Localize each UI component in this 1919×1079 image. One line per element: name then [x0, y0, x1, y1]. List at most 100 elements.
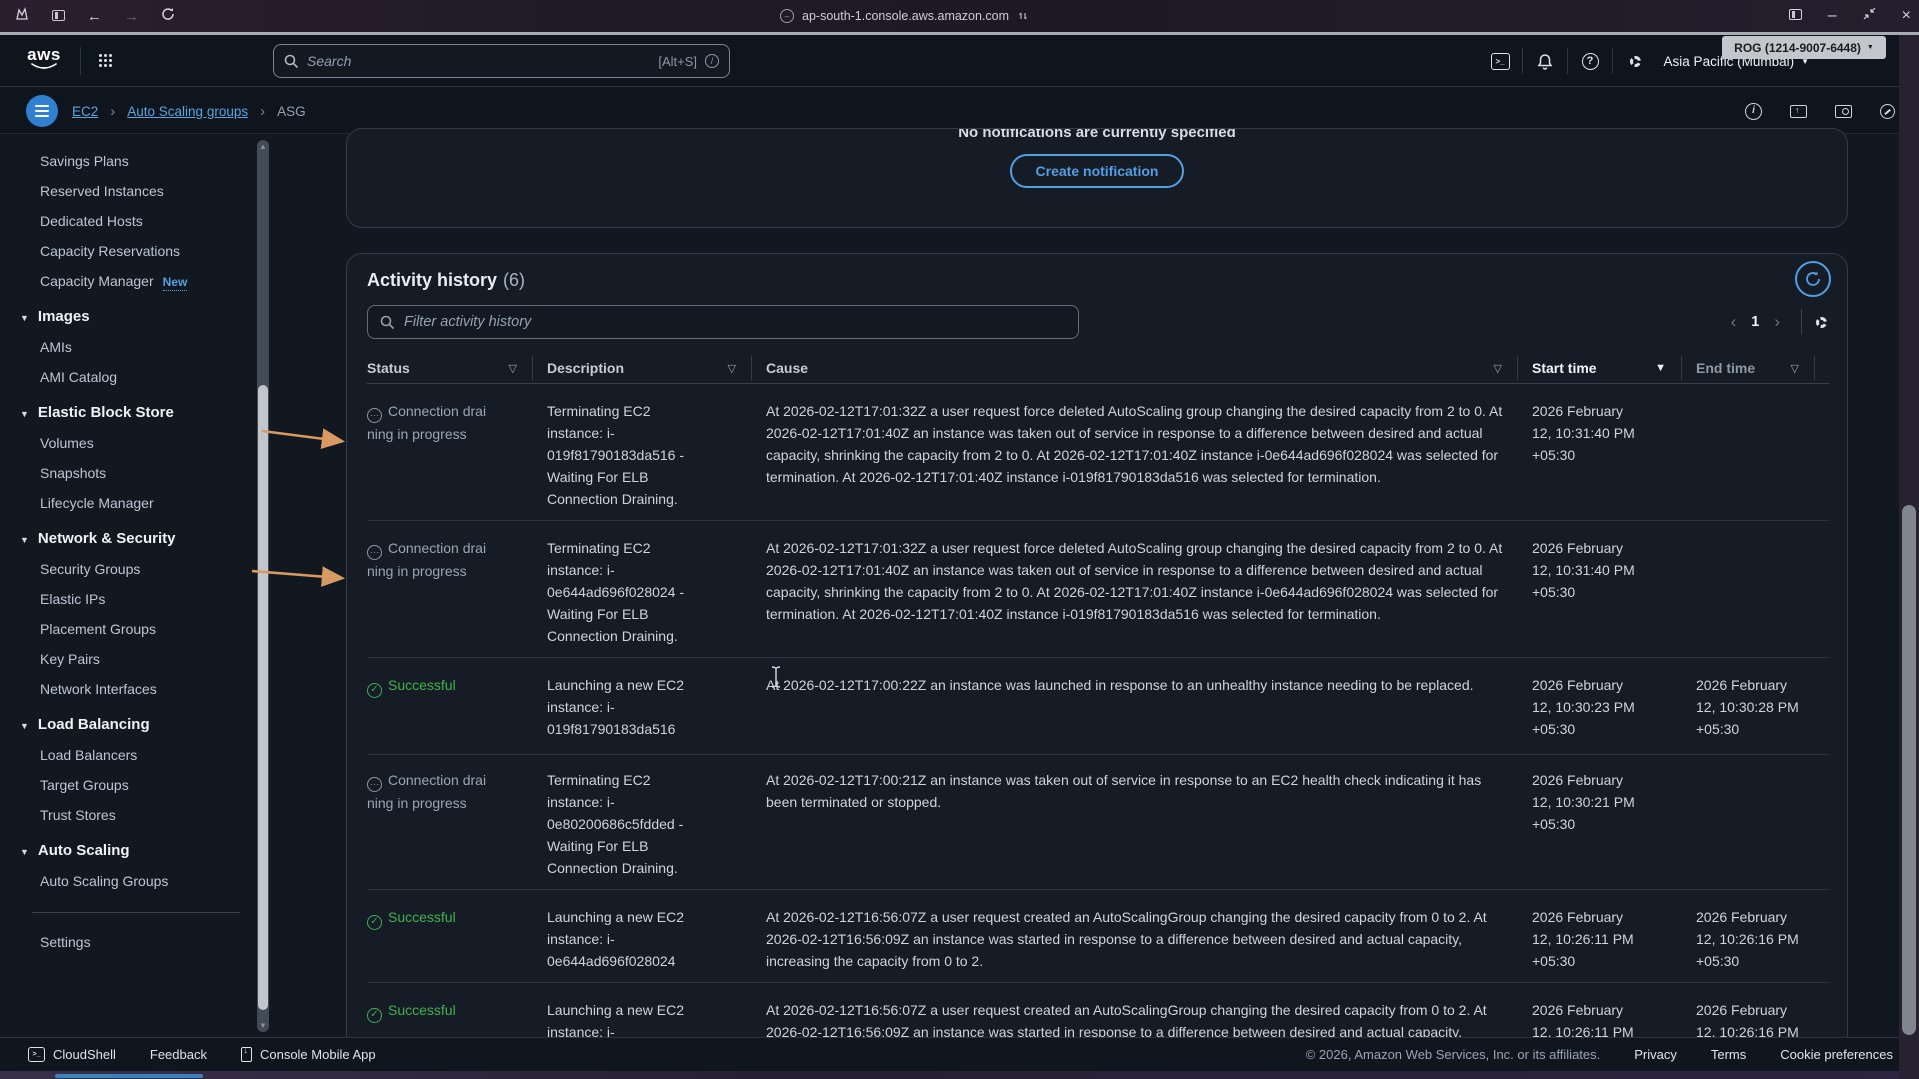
sidebar-section-auto-scaling[interactable]: ▼Auto Scaling [0, 830, 256, 866]
side-nav-toggle-button[interactable] [26, 95, 58, 127]
sidebar-item-amis[interactable]: AMIs [0, 332, 256, 362]
column-header-description[interactable]: Description▽ [547, 353, 766, 383]
refresh-icon [1804, 270, 1822, 288]
sidebar-item-volumes[interactable]: Volumes [0, 428, 256, 458]
browser-app-icon[interactable] [14, 6, 30, 26]
sidebar-item-capacity-manager[interactable]: Capacity ManagerNew [0, 266, 256, 296]
column-header-end-time[interactable]: End time▽ [1696, 353, 1829, 383]
scroll-up-icon[interactable]: ▲ [257, 142, 269, 151]
sidebar-item-load-balancers[interactable]: Load Balancers [0, 740, 256, 770]
sidebar-item-reserved-instances[interactable]: Reserved Instances [0, 176, 256, 206]
sidebar-scrollbar-thumb[interactable] [258, 385, 268, 1010]
privacy-link[interactable]: Privacy [1634, 1047, 1677, 1062]
restore-window-icon[interactable] [1863, 7, 1876, 25]
sidebar-item-settings[interactable]: Settings [0, 927, 256, 957]
in-progress-icon: ··· [367, 408, 382, 423]
main-content: No notifications are currently specified… [346, 134, 1848, 1037]
start-time-cell: 2026 February 12, 10:30:21 PM +05:30 [1532, 755, 1696, 889]
sidebar-item-ami-catalog[interactable]: AMI Catalog [0, 362, 256, 392]
sidebar-item-trust-stores[interactable]: Trust Stores [0, 800, 256, 830]
column-header-cause[interactable]: Cause▽ [766, 353, 1532, 383]
cloudshell-button[interactable]: >_CloudShell [28, 1047, 116, 1062]
services-menu-icon[interactable] [98, 53, 113, 73]
notifications-bell-icon[interactable] [1523, 53, 1567, 70]
sidebar-item-auto-scaling-groups[interactable]: Auto Scaling Groups [0, 866, 256, 896]
page-number[interactable]: 1 [1747, 314, 1763, 330]
page-scrollbar-thumb[interactable] [1902, 505, 1916, 1035]
search-input[interactable] [307, 53, 650, 69]
sidebar-item-savings-plans[interactable]: Savings Plans [0, 146, 256, 176]
terms-link[interactable]: Terms [1711, 1047, 1746, 1062]
search-settings-icon[interactable]: / [705, 54, 719, 68]
filter-funnel-icon[interactable]: ▽ [509, 362, 517, 375]
reload-icon[interactable] [161, 7, 175, 25]
back-icon[interactable]: ← [87, 8, 102, 25]
cookie-preferences-link[interactable]: Cookie preferences [1780, 1047, 1893, 1062]
tracking-protection-icon[interactable]: – [780, 9, 794, 23]
previous-page-button[interactable]: ‹ [1720, 312, 1748, 332]
sidebar-section-ebs[interactable]: ▼Elastic Block Store [0, 392, 256, 428]
sort-descending-icon[interactable]: ▼ [1655, 362, 1666, 374]
aws-logo[interactable]: aws [24, 45, 64, 77]
sidebar-toggle-icon[interactable] [52, 8, 65, 25]
sidebar-item-lifecycle-manager[interactable]: Lifecycle Manager [0, 488, 256, 518]
sidebar-section-images[interactable]: ▼Images [0, 296, 256, 332]
table-preferences-button[interactable] [1812, 317, 1831, 328]
health-status-icon[interactable] [1880, 104, 1895, 119]
cloudshell-icon[interactable]: >_ [1478, 53, 1522, 70]
status-cell: ···Connection drai ning in progress [367, 755, 547, 889]
column-header-status[interactable]: Status▽ [367, 353, 547, 383]
chevron-down-icon: ▼ [1867, 44, 1874, 51]
sidebar-scrollbar[interactable]: ▲ ▼ [257, 140, 269, 1032]
sidebar-item-security-groups[interactable]: Security Groups [0, 554, 256, 584]
sidebar-item-placement-groups[interactable]: Placement Groups [0, 614, 256, 644]
sidebar-item-target-groups[interactable]: Target Groups [0, 770, 256, 800]
filter-funnel-icon[interactable]: ▽ [728, 362, 736, 375]
address-bar-url[interactable]: ap-south-1.console.aws.amazon.com [802, 9, 1009, 23]
new-features-icon[interactable] [1790, 105, 1807, 118]
settings-gear-icon[interactable] [1613, 56, 1657, 67]
sidebar-item-capacity-reservations[interactable]: Capacity Reservations [0, 236, 256, 266]
sidebar-item-elastic-ips[interactable]: Elastic IPs [0, 584, 256, 614]
cause-cell: At 2026-02-12T17:01:32Z a user request f… [766, 521, 1532, 657]
forward-icon[interactable]: → [124, 8, 139, 25]
breadcrumb-ec2-link[interactable]: EC2 [72, 104, 98, 119]
activity-history-title: Activity history [367, 270, 497, 290]
sidebar-item-snapshots[interactable]: Snapshots [0, 458, 256, 488]
demo-icon[interactable] [1835, 105, 1852, 118]
breadcrumb-asg-groups-link[interactable]: Auto Scaling groups [127, 104, 248, 119]
pagination: ‹ 1 › [1720, 307, 1831, 337]
help-icon[interactable]: ? [1568, 53, 1612, 70]
filter-funnel-icon[interactable]: ▽ [1791, 362, 1799, 375]
filter-funnel-icon[interactable]: ▽ [1494, 362, 1502, 375]
next-page-button[interactable]: › [1763, 312, 1791, 332]
feedback-button[interactable]: Feedback [150, 1047, 207, 1062]
filter-activity-input[interactable] [404, 314, 1066, 330]
close-icon[interactable]: × [1902, 7, 1911, 25]
sidebar-section-load-balancing[interactable]: ▼Load Balancing [0, 704, 256, 740]
info-icon[interactable]: i [1745, 103, 1762, 120]
console-mobile-app-button[interactable]: Console Mobile App [241, 1047, 376, 1062]
status-text: Successful [388, 677, 456, 693]
extensions-icon[interactable] [1789, 7, 1802, 25]
sidebar-item-dedicated-hosts[interactable]: Dedicated Hosts [0, 206, 256, 236]
scroll-down-icon[interactable]: ▼ [257, 1021, 269, 1030]
sidebar-section-network-security[interactable]: ▼Network & Security [0, 518, 256, 554]
table-row: ✓Successful Launching a new EC2 instance… [367, 658, 1829, 755]
description-cell: Launching a new EC2 instance: i- 0e80200… [547, 983, 766, 1043]
sidebar-item-key-pairs[interactable]: Key Pairs [0, 644, 256, 674]
create-notification-button[interactable]: Create notification [1010, 154, 1185, 188]
minimize-icon[interactable]: – [1828, 7, 1837, 25]
in-progress-icon: ··· [367, 545, 382, 560]
sidebar-item-network-interfaces[interactable]: Network Interfaces [0, 674, 256, 704]
console-footer: >_CloudShell Feedback Console Mobile App… [0, 1037, 1919, 1071]
status-text: Connection drai ning in progress [367, 772, 486, 811]
refresh-button[interactable] [1795, 261, 1831, 297]
page-scrollbar[interactable] [1899, 35, 1919, 1079]
end-time-cell [1696, 521, 1829, 657]
table-header: Status▽ Description▽ Cause▽ Start time▼ … [367, 353, 1829, 384]
search-icon [380, 315, 395, 330]
reader-toggle-icon[interactable] [1017, 10, 1029, 22]
account-menu-button[interactable]: ROG (1214-9007-6448)▼ [1722, 36, 1886, 59]
column-header-start-time[interactable]: Start time▼ [1532, 353, 1696, 383]
